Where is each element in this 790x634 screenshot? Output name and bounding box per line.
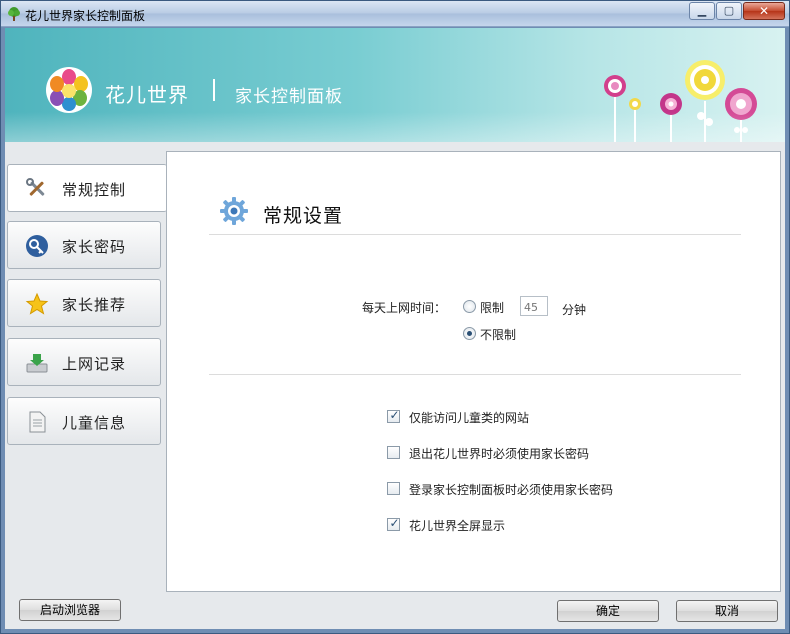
- minimize-icon: ▁: [697, 4, 707, 17]
- sidebar-item-general-control[interactable]: 常规控制: [7, 164, 167, 212]
- cancel-button[interactable]: 取消: [676, 600, 778, 622]
- close-icon: ✕: [758, 4, 770, 18]
- download-record-icon: [26, 354, 48, 373]
- banner-subtitle: 家长控制面板: [235, 87, 343, 107]
- sidebar-item-label: 上网记录: [62, 355, 127, 373]
- child-sites-only-checkbox[interactable]: [387, 408, 401, 423]
- checkbox-label[interactable]: 仅能访问儿童类的网站: [409, 409, 529, 426]
- brand-name: 花儿世界: [105, 83, 189, 107]
- exit-password-checkbox[interactable]: [387, 446, 400, 459]
- app-window: 花儿世界家长控制面板 ▁ ▢ ✕ 花儿世界 家长控制面板 常规控制 家长密码 家…: [0, 0, 790, 634]
- settings-panel: 常规设置 每天上网时间： 限制 分钟 不限制 仅能访问儿童类的网站 退出花儿世界…: [166, 151, 781, 592]
- daily-time-label: 每天上网时间：: [362, 301, 447, 315]
- flower-world-logo-icon: [46, 67, 92, 113]
- launch-browser-button[interactable]: 启动浏览器: [19, 599, 121, 621]
- page-title: 常规设置: [263, 205, 344, 227]
- tree-icon: [8, 7, 20, 21]
- sidebar-item-label: 家长密码: [62, 238, 127, 256]
- sidebar-item-parent-password[interactable]: 家长密码: [7, 221, 161, 269]
- sidebar-item-label: 常规控制: [62, 181, 127, 199]
- close-button[interactable]: ✕: [743, 2, 785, 20]
- unlimited-radio-label[interactable]: 不限制: [480, 326, 516, 343]
- minutes-unit-label: 分钟: [562, 303, 587, 317]
- login-password-checkbox[interactable]: [387, 482, 400, 495]
- client-area: 花儿世界 家长控制面板 常规控制 家长密码 家长推荐 上网记录 儿童信息 常规设…: [5, 28, 785, 629]
- sidebar-item-parent-recommend[interactable]: 家长推荐: [7, 279, 161, 327]
- document-icon: [29, 411, 46, 433]
- sidebar-item-child-info[interactable]: 儿童信息: [7, 397, 161, 445]
- title-bar[interactable]: 花儿世界家长控制面板 ▁ ▢ ✕: [1, 1, 789, 27]
- brand-separator: [213, 79, 215, 101]
- limit-radio-label[interactable]: 限制: [480, 299, 504, 316]
- header-banner: 花儿世界 家长控制面板: [5, 28, 785, 142]
- gear-icon: [220, 197, 248, 225]
- divider: [209, 374, 741, 375]
- checkbox-label[interactable]: 花儿世界全屏显示: [409, 517, 505, 534]
- decorative-flowers-icon: [604, 60, 757, 142]
- checkbox-label[interactable]: 退出花儿世界时必须使用家长密码: [409, 445, 589, 462]
- maximize-button[interactable]: ▢: [716, 2, 742, 20]
- sidebar-item-label: 儿童信息: [62, 414, 127, 432]
- window-controls: ▁ ▢ ✕: [688, 2, 785, 20]
- minutes-input[interactable]: [520, 296, 548, 316]
- sidebar-item-label: 家长推荐: [62, 296, 127, 314]
- sidebar-item-browsing-records[interactable]: 上网记录: [7, 338, 161, 386]
- window-title: 花儿世界家长控制面板: [25, 9, 146, 23]
- fullscreen-checkbox[interactable]: [387, 516, 401, 531]
- limit-radio[interactable]: [463, 300, 476, 313]
- tools-icon: [26, 178, 45, 196]
- key-icon: [26, 235, 48, 257]
- ok-button[interactable]: 确定: [557, 600, 659, 622]
- unlimited-radio[interactable]: [463, 327, 476, 340]
- divider: [209, 234, 741, 235]
- minimize-button[interactable]: ▁: [689, 2, 715, 20]
- maximize-icon: ▢: [723, 4, 735, 17]
- checkbox-label[interactable]: 登录家长控制面板时必须使用家长密码: [409, 481, 613, 498]
- star-icon: [25, 292, 49, 315]
